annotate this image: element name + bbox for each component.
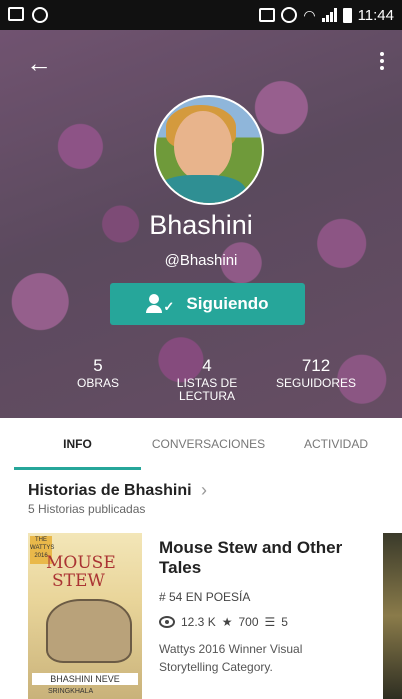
status-time: 11:44 [357,6,394,24]
list-icon: ☰ [264,615,276,629]
nfc-icon [259,8,276,22]
alarm-icon [281,7,298,23]
profile-tabs: INFO CONVERSACIONES ACTIVIDAD [0,418,402,471]
cover-illustrator: SRINGKHALA [48,688,94,695]
profile-name: Bhashini [149,210,253,240]
cover-title-line2: STEW [52,571,105,591]
eye-icon [159,616,175,628]
book-description: Wattys 2016 Winner Visual Storytelling C… [159,642,303,674]
user-check-icon: ✓ [146,294,174,314]
book-title[interactable]: Mouse Stew and Other Tales [159,538,359,578]
book-cover[interactable]: THE WATTYS 2016 MOUSE STEW BHASHINI NEVE… [28,533,142,699]
stat-followers-value: 712 [301,356,331,375]
back-arrow-icon[interactable]: ← [26,50,52,76]
following-button[interactable]: ✓ Siguiendo [110,283,305,325]
profile-header: ← Bhashini @Bhashini ✓ Siguiendo 5 OBRAS… [0,30,402,418]
tab-activity[interactable]: ACTIVIDAD [276,418,396,470]
tab-conversations[interactable]: CONVERSACIONES [141,418,276,470]
profile-handle: @Bhashini [164,252,238,269]
cover-author: BHASHINI NEVE [32,673,138,685]
cover-illustration [46,599,132,663]
stat-works-value: 5 [93,356,103,375]
overflow-menu-icon[interactable] [380,52,384,73]
stories-count: 5 Historias publicadas [28,502,146,516]
star-icon: ★ [221,615,233,629]
stat-reading-lists-value: 4 [202,356,212,375]
book-parts: 5 [281,615,288,629]
stat-reading-lists-label: LISTAS DE LECTURA [176,376,238,403]
book-rank: # 54 EN POESÍA [159,590,251,604]
wifi-icon: ◠ [303,6,316,23]
stat-works-label: OBRAS [76,376,119,390]
chevron-right-icon[interactable]: › [201,480,207,501]
stat-works[interactable]: 5 OBRAS [43,356,153,390]
signal-icon [321,8,337,22]
book-stats: 12.3 K ★ 700 ☰ 5 [159,615,288,629]
stat-reading-lists[interactable]: 4 LISTAS DE LECTURA [152,356,262,403]
next-book-cover[interactable] [383,533,402,699]
cover-title-line1: MOUSE [46,553,116,573]
stories-section: Historias de Bhashini › 5 Historias publ… [0,470,402,699]
book-votes: 700 [238,615,259,629]
battery-icon [342,7,352,23]
status-bar: ◠ 11:44 [0,0,402,30]
stories-section-title[interactable]: Historias de Bhashini [28,482,192,500]
stat-followers-label: SEGUIDORES [275,376,356,390]
following-button-label: Siguiendo [186,294,269,313]
stat-followers[interactable]: 712 SEGUIDORES [261,356,371,390]
tab-info[interactable]: INFO [14,418,141,470]
book-reads: 12.3 K [181,615,216,629]
avatar [154,95,264,205]
whatsapp-icon [32,7,48,23]
gallery-icon [8,7,24,21]
